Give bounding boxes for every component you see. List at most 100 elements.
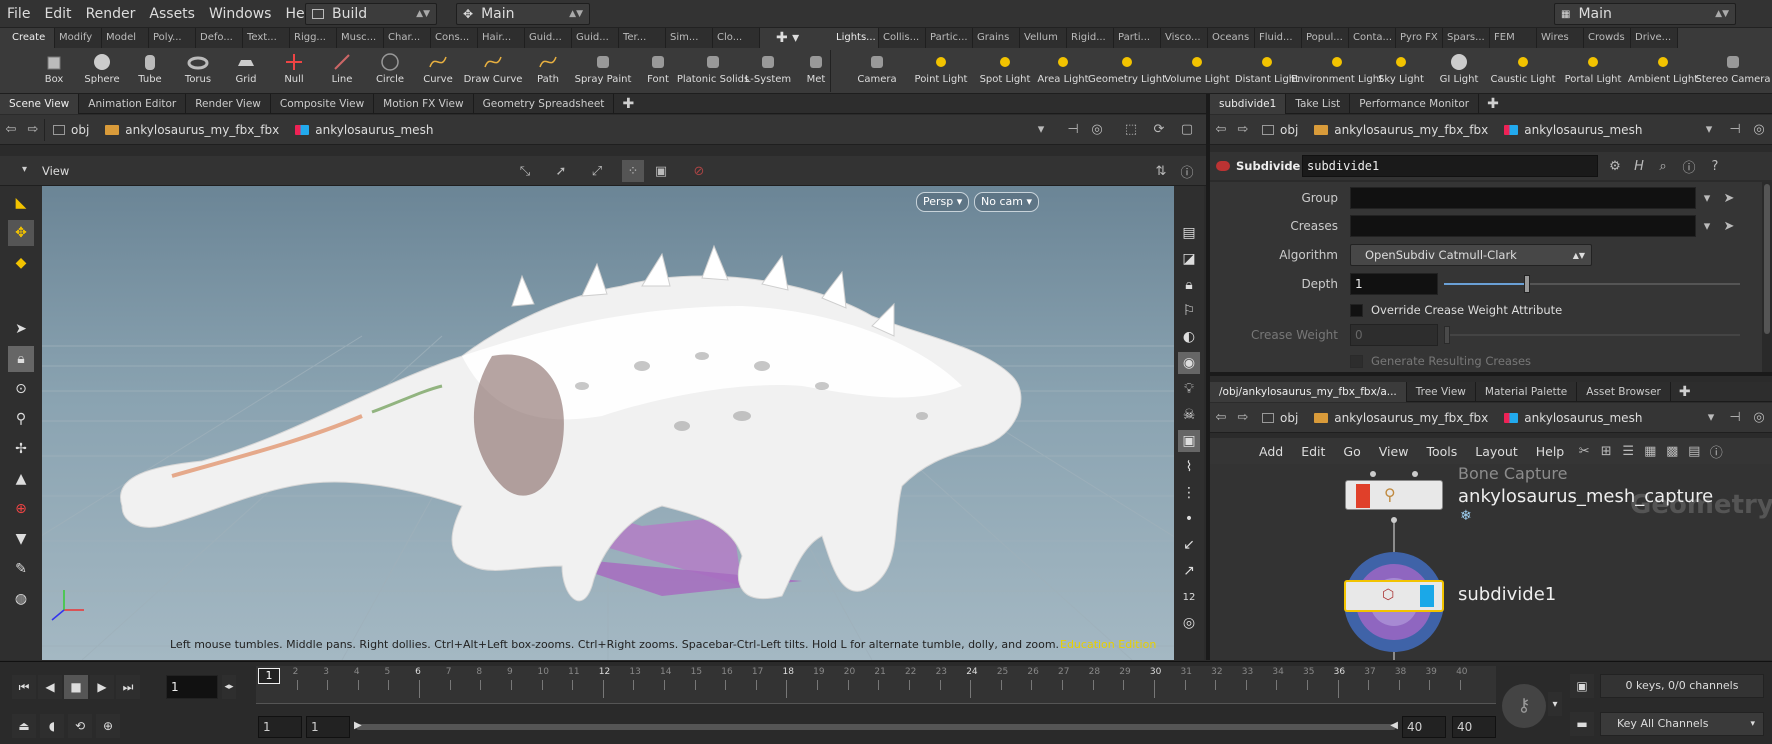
- shelf-tab-collis[interactable]: Collis...: [879, 28, 926, 48]
- shelf-tab-text[interactable]: Text...: [243, 28, 290, 48]
- depth-slider[interactable]: [1444, 273, 1740, 295]
- snap-icon[interactable]: ⁘: [622, 160, 644, 182]
- tool-draw-curve[interactable]: Draw Curve: [462, 49, 524, 94]
- right-main-dropdown[interactable]: ▦ Main ▲▼: [1554, 3, 1736, 25]
- path-dropdown-icon[interactable]: ▾: [1030, 119, 1052, 141]
- start-frame-field[interactable]: 1: [258, 716, 302, 738]
- normals-icon[interactable]: ↙: [1178, 534, 1200, 556]
- subdivide-node[interactable]: ⬡: [1344, 580, 1444, 612]
- generate-checkbox[interactable]: [1350, 354, 1363, 368]
- points-icon[interactable]: ⋮: [1178, 482, 1200, 504]
- shelf-tab-rigid[interactable]: Rigid...: [1067, 28, 1114, 48]
- network-menu-view[interactable]: View: [1370, 444, 1418, 459]
- lock-cam-icon[interactable]: 🔒︎: [1178, 274, 1200, 296]
- tool-camera[interactable]: Camera: [848, 49, 906, 94]
- end-frame-field-2[interactable]: 40: [1452, 716, 1496, 738]
- creases-dropdown-icon[interactable]: ▾: [1696, 215, 1718, 237]
- shelf-tab-lights[interactable]: Lights...: [832, 28, 879, 48]
- view-menu-icon[interactable]: ▾: [22, 164, 27, 175]
- gear-icon[interactable]: ⚙: [1604, 155, 1626, 177]
- path-dropdown-icon[interactable]: ▾: [1698, 119, 1720, 141]
- shelf-tab-vellum[interactable]: Vellum: [1020, 28, 1067, 48]
- network-menu-layout[interactable]: Layout: [1466, 444, 1527, 459]
- group-field[interactable]: [1350, 187, 1696, 209]
- subdivide-node-name[interactable]: subdivide1: [1458, 584, 1556, 605]
- tool-l-system[interactable]: L-System: [744, 49, 792, 94]
- step-icon[interactable]: ◂▸: [222, 675, 236, 699]
- headlight-icon[interactable]: ◉: [1178, 352, 1200, 374]
- back-arrow-icon[interactable]: ⇦: [1210, 407, 1232, 429]
- rotate-icon[interactable]: ◆: [8, 250, 34, 276]
- tab-take-list[interactable]: Take List: [1286, 93, 1351, 114]
- node-name-field[interactable]: subdivide1: [1302, 155, 1598, 177]
- add-shelf-icon[interactable]: ✚ ▾: [776, 30, 799, 46]
- pin-icon[interactable]: ⊣: [1724, 407, 1746, 429]
- tool-platonic-solids[interactable]: Platonic Solids: [677, 49, 749, 94]
- maximize-icon[interactable]: ▢: [1176, 119, 1198, 141]
- shelf-tab-defo[interactable]: Defo...: [196, 28, 243, 48]
- end-frame-field[interactable]: 40: [1402, 716, 1446, 738]
- numbers-icon[interactable]: 12: [1178, 586, 1200, 608]
- bone-capture-node[interactable]: ⚲: [1345, 480, 1443, 510]
- record-icon[interactable]: ⊘: [688, 160, 710, 182]
- group-dropdown-icon[interactable]: ▾: [1696, 187, 1718, 209]
- shelf-tab-ter[interactable]: Ter...: [619, 28, 666, 48]
- scene-viewport[interactable]: Persp ▾ No cam ▾ Left mouse tumbles. Mid…: [42, 186, 1174, 660]
- audio-icon[interactable]: ◖: [40, 714, 64, 738]
- tab-composite-view[interactable]: Composite View: [271, 93, 375, 114]
- play-reverse-icon[interactable]: ◀: [38, 675, 62, 699]
- key-icon[interactable]: ⚷: [1502, 684, 1546, 728]
- shelf-tab-create[interactable]: Create: [8, 28, 55, 48]
- shelf-tab-cons[interactable]: Cons...: [431, 28, 478, 48]
- refresh-icon[interactable]: ⟳: [1148, 119, 1170, 141]
- tab-material-palette[interactable]: Material Palette: [1476, 381, 1578, 402]
- group-select-arrow-icon[interactable]: ➤: [1718, 187, 1740, 209]
- crease-weight-slider[interactable]: [1444, 324, 1740, 346]
- pen-icon[interactable]: ↗: [1178, 560, 1200, 582]
- path-crumb-fbx[interactable]: ankylosaurus_my_fbx_fbx: [97, 119, 287, 141]
- pin-icon[interactable]: ⊣: [1724, 119, 1746, 141]
- path-crumb-mesh[interactable]: ankylosaurus_mesh: [1496, 119, 1650, 141]
- network-menu-tools[interactable]: Tools: [1417, 444, 1466, 459]
- current-frame-field[interactable]: 1: [166, 675, 218, 699]
- loop-icon[interactable]: ⟲: [68, 714, 92, 738]
- tool-grid[interactable]: Grid: [222, 49, 270, 94]
- tab-scene-view[interactable]: Scene View: [0, 93, 80, 114]
- tool-sky-light[interactable]: Sky Light: [1372, 49, 1430, 94]
- skull-icon[interactable]: ☠: [1178, 404, 1200, 426]
- add-tab-icon[interactable]: ✚: [622, 96, 634, 112]
- tool-geometry-light[interactable]: Geometry Light: [1088, 49, 1166, 94]
- add-tab-icon[interactable]: ✚: [1487, 96, 1499, 112]
- network-menu-help[interactable]: Help: [1527, 444, 1574, 459]
- tool-spray-paint[interactable]: Spray Paint: [572, 49, 634, 94]
- info-icon[interactable]: ⓘ: [1678, 155, 1700, 177]
- tool-gi-light[interactable]: GI Light: [1430, 49, 1488, 94]
- path-crumb-fbx[interactable]: ankylosaurus_my_fbx_fbx: [1306, 407, 1496, 429]
- path-crumb-obj[interactable]: obj: [44, 118, 97, 141]
- creases-field[interactable]: [1350, 215, 1696, 237]
- add-tab-icon[interactable]: ✚: [1679, 384, 1691, 400]
- magnet-icon[interactable]: ⊙: [8, 376, 34, 402]
- crease-weight-field[interactable]: 0: [1350, 324, 1438, 346]
- tool-point-light[interactable]: Point Light: [906, 49, 976, 94]
- tool-font[interactable]: Font: [634, 49, 682, 94]
- forward-arrow-icon[interactable]: ⇨: [22, 119, 44, 141]
- network-menu-go[interactable]: Go: [1334, 444, 1369, 459]
- tool-line[interactable]: Line: [318, 49, 366, 94]
- tool-stereo-camera[interactable]: Stereo Camera: [1696, 49, 1771, 94]
- shelf-tab-clo[interactable]: Clo...: [713, 28, 760, 48]
- tab-render-view[interactable]: Render View: [186, 93, 271, 114]
- scale-icon[interactable]: ◣: [8, 190, 34, 216]
- tool-torus[interactable]: Torus: [174, 49, 222, 94]
- param-scrollbar[interactable]: [1762, 182, 1772, 372]
- menu-render[interactable]: Render: [79, 6, 143, 22]
- shelf-tab-crowds[interactable]: Crowds: [1584, 28, 1631, 48]
- camera-button[interactable]: No cam ▾: [974, 192, 1039, 212]
- shelf-tab-musc[interactable]: Musc...: [337, 28, 384, 48]
- tab-asset-browser[interactable]: Asset Browser: [1577, 381, 1671, 402]
- view-label[interactable]: View: [42, 164, 69, 178]
- path-crumb-obj[interactable]: obj: [1254, 119, 1306, 141]
- clock-icon[interactable]: ⊕: [96, 714, 120, 738]
- tool-curve[interactable]: Curve: [414, 49, 462, 94]
- shelf-tab-popul[interactable]: Popul...: [1302, 28, 1349, 48]
